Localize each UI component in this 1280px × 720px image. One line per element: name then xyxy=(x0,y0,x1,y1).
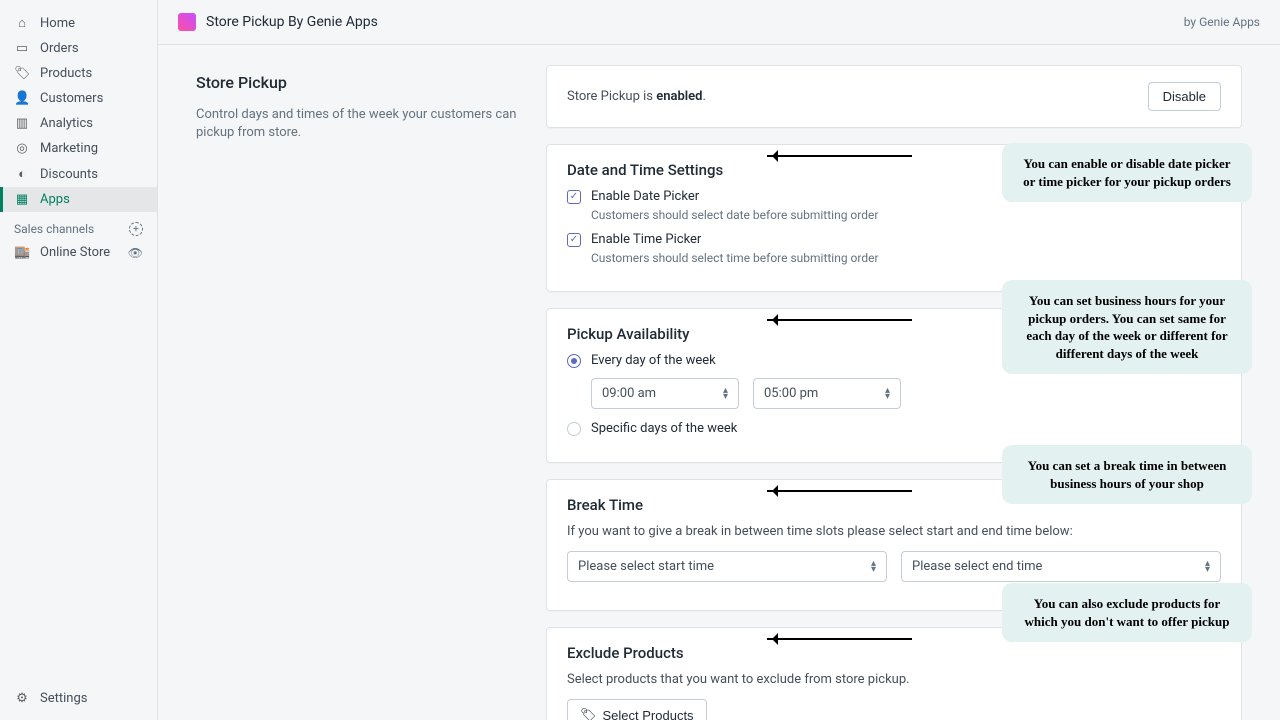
orders-icon: ▭ xyxy=(14,41,30,56)
nav-label: Discounts xyxy=(40,167,98,182)
nav-apps[interactable]: ▦ Apps xyxy=(0,187,157,212)
stepper-icon: ▴▾ xyxy=(885,388,890,400)
store-icon: 🏬 xyxy=(14,245,30,260)
nav-customers[interactable]: 👤 Customers xyxy=(0,86,157,111)
stepper-icon: ▴▾ xyxy=(1205,561,1210,573)
nav-products[interactable]: 🏷 Products xyxy=(0,61,157,86)
page-desc: Control days and times of the week your … xyxy=(196,106,546,142)
nav-label: Settings xyxy=(40,691,87,706)
callout-exclude: You can also exclude products for which … xyxy=(1002,583,1252,642)
radio-label: Specific days of the week xyxy=(591,421,737,436)
callout-availability: You can set business hours for your pick… xyxy=(1002,280,1252,374)
nav-marketing[interactable]: ◎ Marketing xyxy=(0,136,157,161)
nav-label: Online Store xyxy=(40,245,110,260)
tag-icon: 🏷 xyxy=(14,66,30,81)
arrow-icon xyxy=(767,638,912,640)
checkbox-icon[interactable] xyxy=(567,190,581,204)
callout-break: You can set a break time in between busi… xyxy=(1002,445,1252,504)
break-end-select[interactable]: Please select end time ▴▾ xyxy=(901,551,1221,582)
helper-text: Customers should select date before subm… xyxy=(591,208,1221,222)
nav-home[interactable]: ⌂ Home xyxy=(0,10,157,36)
checkbox-icon[interactable] xyxy=(567,233,581,247)
checkbox-label: Enable Time Picker xyxy=(591,232,701,247)
add-channel-icon[interactable]: + xyxy=(129,222,143,236)
stepper-icon: ▴▾ xyxy=(871,561,876,573)
nav-label: Customers xyxy=(40,91,103,106)
end-time-select[interactable]: 05:00 pm ▴▾ xyxy=(753,378,901,409)
radio-icon[interactable] xyxy=(567,422,581,436)
page-title: Store Pickup xyxy=(196,73,546,92)
nav-label: Products xyxy=(40,66,92,81)
nav-label: Orders xyxy=(40,41,79,56)
section-desc: Select products that you want to exclude… xyxy=(567,672,1221,687)
target-icon: ◎ xyxy=(14,141,30,156)
nav-label: Home xyxy=(40,16,75,31)
start-time-select[interactable]: 09:00 am ▴▾ xyxy=(591,378,739,409)
arrow-icon xyxy=(767,155,912,157)
break-start-select[interactable]: Please select start time ▴▾ xyxy=(567,551,887,582)
nav-online-store[interactable]: 🏬 Online Store 👁 xyxy=(0,240,157,265)
stepper-icon: ▴▾ xyxy=(723,388,728,400)
home-icon: ⌂ xyxy=(14,15,30,31)
helper-text: Customers should select time before subm… xyxy=(591,251,1221,265)
chart-icon: ▥ xyxy=(14,116,30,131)
sales-channels-label: Sales channels xyxy=(14,222,94,236)
section-title: Exclude Products xyxy=(567,644,1221,662)
nav-orders[interactable]: ▭ Orders xyxy=(0,36,157,61)
radio-icon[interactable] xyxy=(567,354,581,368)
app-logo-icon xyxy=(178,13,196,31)
status-card: Store Pickup is enabled. Disable xyxy=(546,65,1242,128)
app-title: Store Pickup By Genie Apps xyxy=(206,14,1184,30)
view-store-icon[interactable]: 👁 xyxy=(128,246,143,260)
nav-settings[interactable]: ⚙ Settings xyxy=(0,681,157,720)
discount-icon: ◐ xyxy=(14,166,30,182)
arrow-icon xyxy=(767,490,912,492)
nav-label: Marketing xyxy=(40,141,98,156)
checkbox-label: Enable Date Picker xyxy=(591,189,699,204)
nav-analytics[interactable]: ▥ Analytics xyxy=(0,111,157,136)
nav-label: Apps xyxy=(40,192,70,207)
callout-datetime: You can enable or disable date picker or… xyxy=(1002,143,1252,202)
status-text: Store Pickup is enabled. xyxy=(567,89,706,104)
tag-plus-icon: 🏷 xyxy=(580,707,597,720)
nav-discounts[interactable]: ◐ Discounts xyxy=(0,161,157,187)
nav-label: Analytics xyxy=(40,116,93,131)
section-desc: If you want to give a break in between t… xyxy=(567,524,1221,539)
radio-specific[interactable]: Specific days of the week xyxy=(567,421,1221,436)
disable-button[interactable]: Disable xyxy=(1148,82,1221,111)
person-icon: 👤 xyxy=(14,91,30,106)
gear-icon: ⚙ xyxy=(14,691,30,706)
arrow-icon xyxy=(767,319,912,321)
apps-icon: ▦ xyxy=(14,192,30,207)
select-products-button[interactable]: 🏷 Select Products xyxy=(567,699,707,720)
enable-time-row[interactable]: Enable Time Picker xyxy=(567,232,1221,247)
by-line: by Genie Apps xyxy=(1184,15,1260,29)
radio-label: Every day of the week xyxy=(591,353,716,368)
